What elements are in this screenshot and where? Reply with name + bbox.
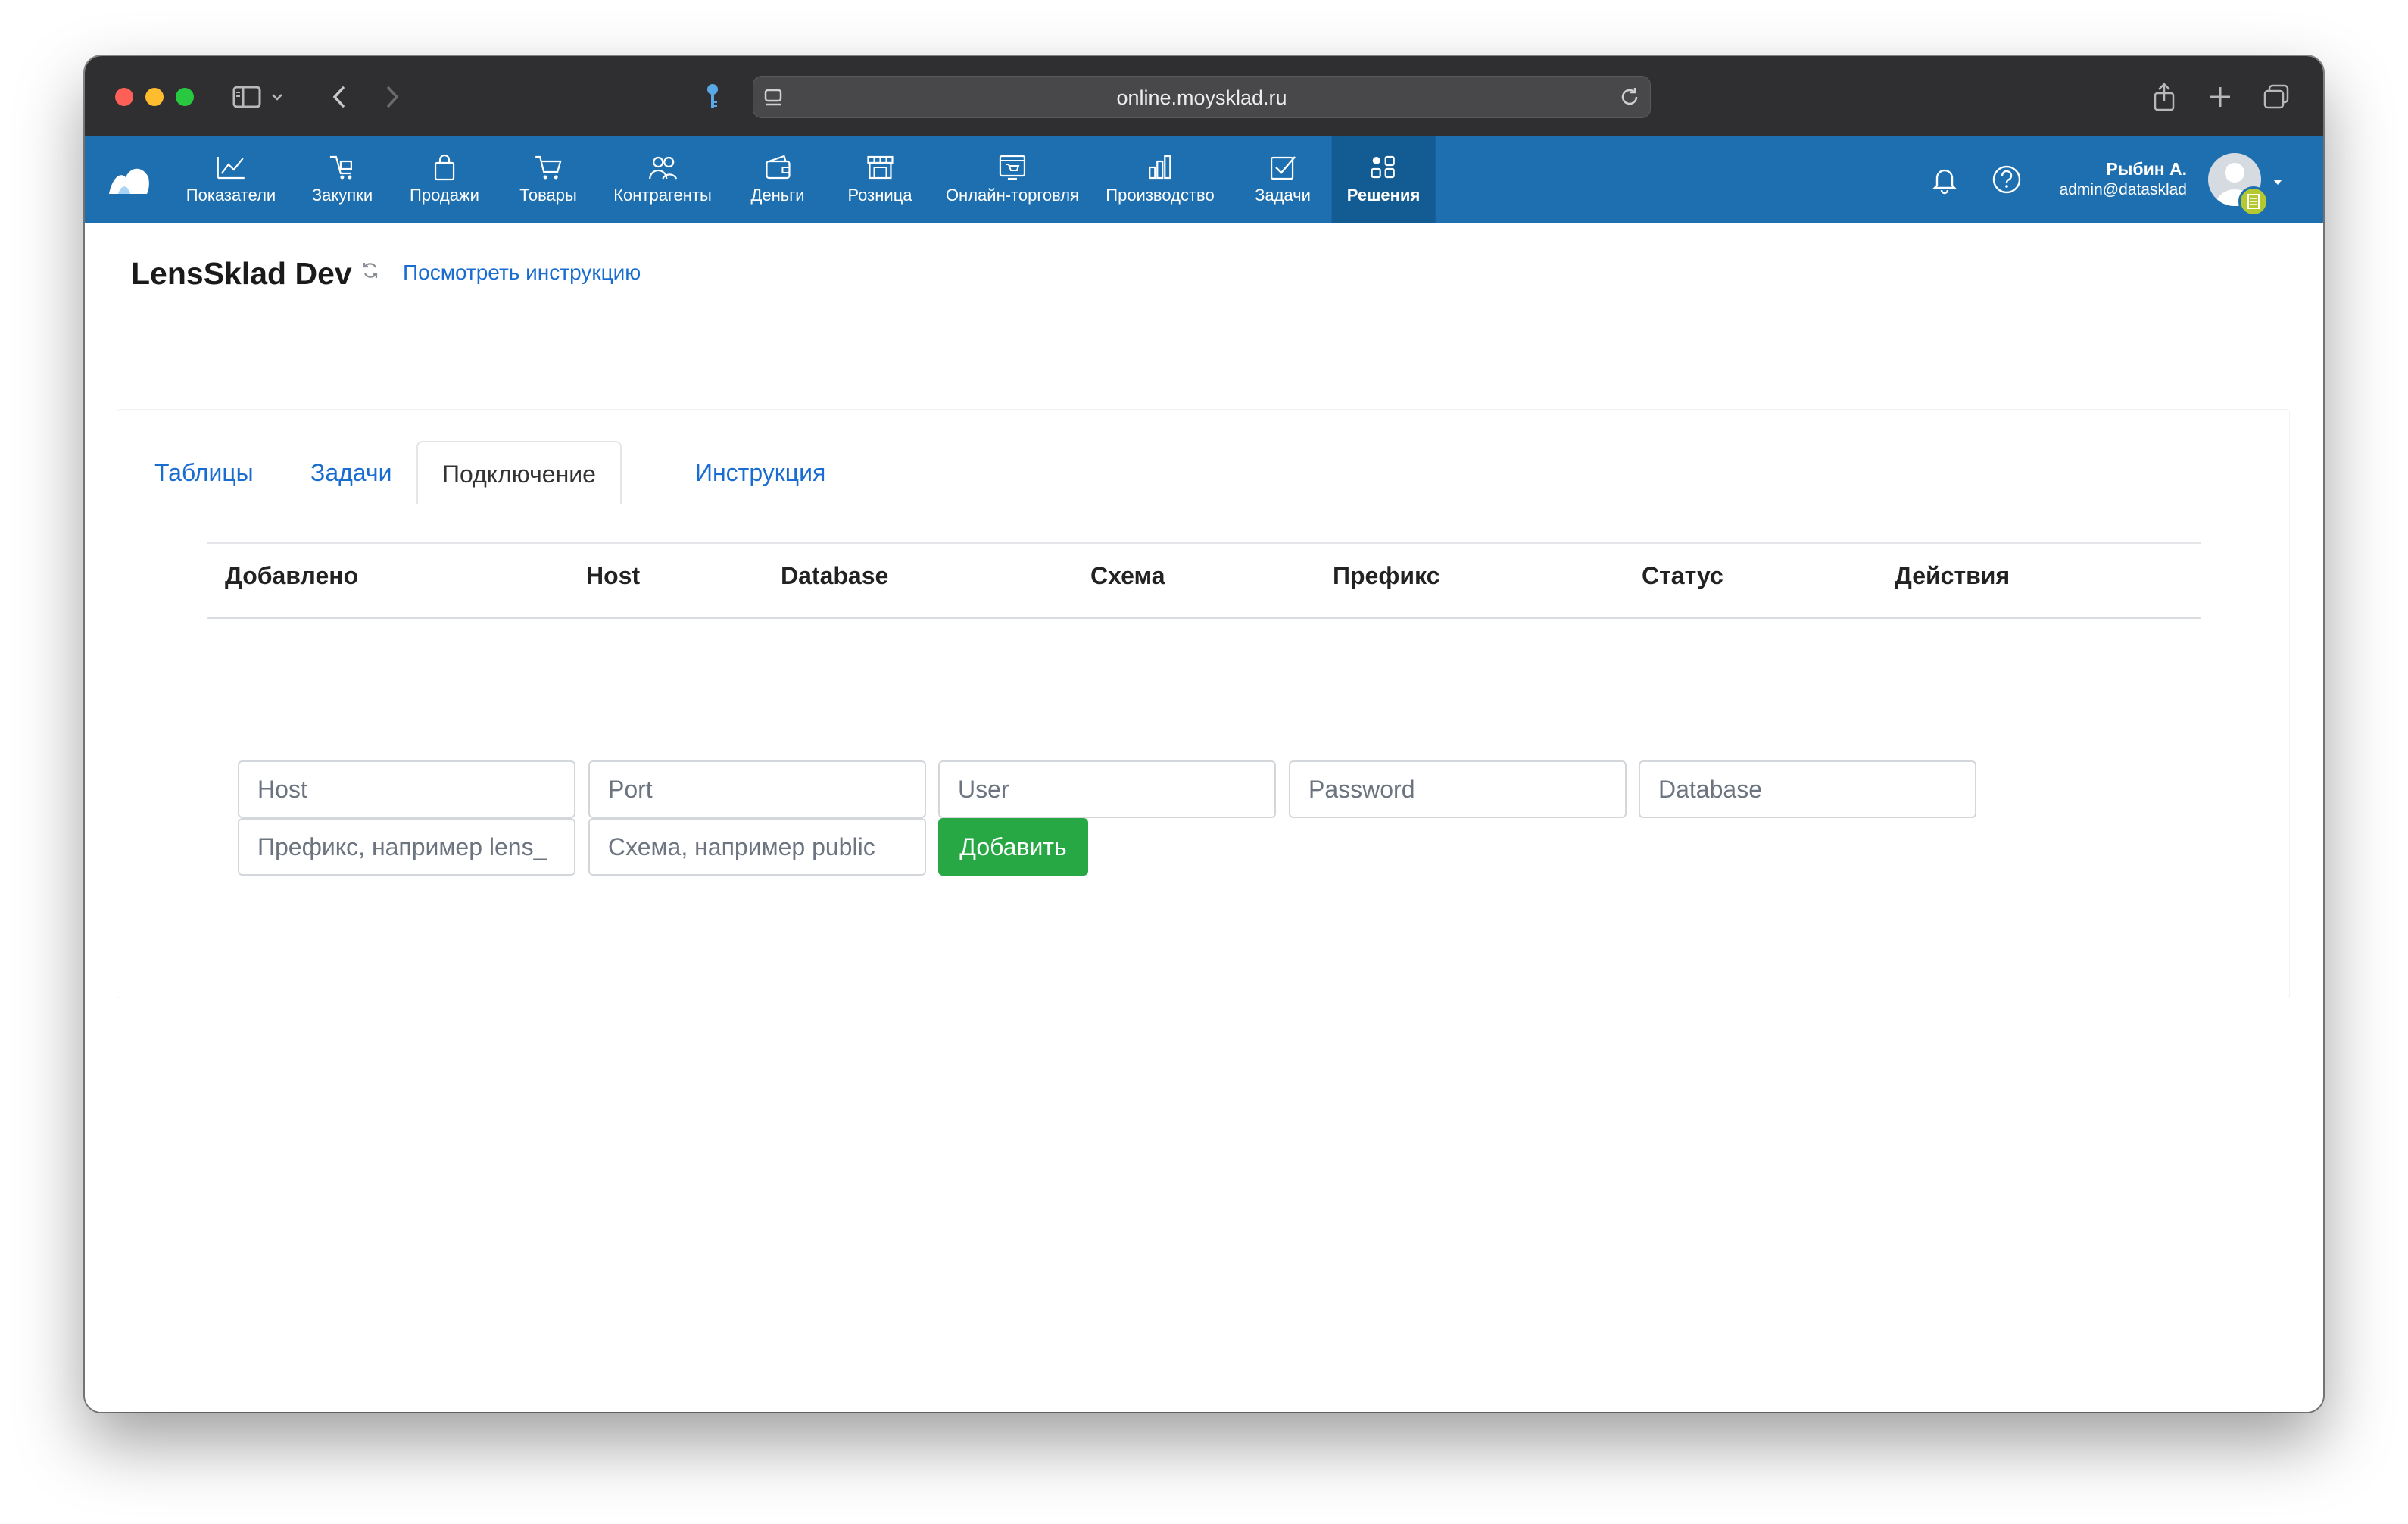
nav-label: Показатели xyxy=(186,186,276,205)
wallet-icon xyxy=(765,155,791,180)
column-header-added: Добавлено xyxy=(225,562,359,589)
tab-tasks[interactable]: Задачи xyxy=(310,441,391,504)
column-header-prefix: Префикс xyxy=(1333,562,1440,589)
column-header-actions: Действия xyxy=(1895,562,2010,589)
app-navbar: Показатели Закупки Продажи Товары Контра… xyxy=(85,136,2323,223)
forward-arrow-icon[interactable] xyxy=(382,77,404,117)
add-connection-button[interactable]: Добавить xyxy=(938,818,1088,876)
avatar-status-badge xyxy=(2238,186,2269,217)
close-window-button[interactable] xyxy=(115,88,133,106)
caret-down-icon[interactable] xyxy=(2273,176,2282,189)
nav-item-purchases[interactable]: Закупки xyxy=(312,136,373,223)
nav-label: Продажи xyxy=(410,186,479,205)
chart-line-icon xyxy=(217,157,245,180)
nav-item-counterparties[interactable]: Контрагенты xyxy=(613,136,712,223)
nav-label: Розница xyxy=(847,186,912,205)
bell-icon[interactable] xyxy=(1929,136,1960,223)
store-icon xyxy=(866,155,894,180)
nav-item-tasks[interactable]: Задачи xyxy=(1255,136,1311,223)
table-top-border xyxy=(207,542,2201,544)
nav-label: Контрагенты xyxy=(613,186,712,205)
nav-label: Онлайн-торговля xyxy=(945,186,1080,205)
shopping-bag-icon xyxy=(434,154,455,181)
column-header-status: Статус xyxy=(1642,562,1723,589)
nav-item-solutions[interactable]: Решения xyxy=(1331,136,1436,223)
user-input[interactable] xyxy=(938,760,1276,818)
tab-connection[interactable]: Подключение xyxy=(416,441,622,504)
url-text: online.moysklad.ru xyxy=(1116,86,1287,109)
refresh-icon[interactable] xyxy=(360,261,380,284)
nav-label: Производство xyxy=(1106,186,1215,205)
nav-item-online-trade[interactable]: Онлайн-торговля xyxy=(946,136,1079,223)
database-input[interactable] xyxy=(1639,760,1976,818)
page-title: LensSklad Dev xyxy=(131,256,352,291)
nav-item-production[interactable]: Производство xyxy=(1106,136,1215,223)
nav-label: Деньги xyxy=(750,186,805,205)
host-input[interactable] xyxy=(238,760,575,818)
nav-label: Закупки xyxy=(311,186,373,205)
nav-item-goods[interactable]: Товары xyxy=(519,136,577,223)
browser-window: online.moysklad.ru Показатели Закупки Пр… xyxy=(85,56,2323,1412)
minimize-window-button[interactable] xyxy=(145,88,164,106)
share-icon[interactable] xyxy=(2149,77,2179,117)
user-name: Рыбин А. xyxy=(2106,159,2187,179)
schema-input[interactable] xyxy=(588,818,926,876)
prefix-input[interactable] xyxy=(238,818,575,876)
column-header-schema: Схема xyxy=(1090,562,1165,589)
new-tab-icon[interactable] xyxy=(2205,77,2235,117)
tab-instruction[interactable]: Инструкция xyxy=(695,441,825,504)
help-icon[interactable] xyxy=(1992,136,2022,223)
address-bar[interactable]: online.moysklad.ru xyxy=(753,76,1651,118)
purchases-icon xyxy=(329,155,353,180)
task-check-icon xyxy=(1270,156,1296,180)
nav-item-retail[interactable]: Розница xyxy=(847,136,912,223)
view-instruction-link[interactable]: Посмотреть инструкцию xyxy=(403,261,641,285)
page-content: LensSklad Dev Посмотреть инструкцию Табл… xyxy=(85,223,2323,1412)
password-key-icon[interactable] xyxy=(701,77,724,117)
port-input[interactable] xyxy=(588,760,926,818)
tab-overview-icon[interactable] xyxy=(2261,77,2291,117)
reload-icon[interactable] xyxy=(1618,86,1641,112)
nav-item-indicators[interactable]: Показатели xyxy=(186,136,276,223)
zoom-window-button[interactable] xyxy=(176,88,194,106)
column-header-host: Host xyxy=(586,562,641,589)
sidebar-toggle-icon[interactable] xyxy=(230,77,264,117)
back-arrow-icon[interactable] xyxy=(327,77,350,117)
moysklad-logo-icon[interactable] xyxy=(108,164,150,199)
column-header-database: Database xyxy=(781,562,889,589)
browser-toolbar: online.moysklad.ru xyxy=(85,56,2323,136)
cart-icon xyxy=(535,155,562,180)
nav-item-sales[interactable]: Продажи xyxy=(410,136,479,223)
nav-label: Товары xyxy=(519,186,577,205)
nav-item-money[interactable]: Деньги xyxy=(750,136,805,223)
chevron-down-icon[interactable] xyxy=(270,77,285,117)
user-info[interactable]: Рыбин А. admin@datasklad xyxy=(2060,159,2187,199)
table-header-divider xyxy=(207,617,2201,619)
nav-label: Задачи xyxy=(1255,186,1311,205)
production-icon xyxy=(1148,155,1171,180)
user-email: admin@datasklad xyxy=(2059,181,2187,198)
password-input[interactable] xyxy=(1289,760,1627,818)
nav-label: Решения xyxy=(1346,186,1421,205)
people-icon xyxy=(648,156,677,180)
apps-grid-icon xyxy=(1371,155,1396,179)
online-store-icon xyxy=(999,155,1026,180)
tab-tables[interactable]: Таблицы xyxy=(154,441,254,504)
